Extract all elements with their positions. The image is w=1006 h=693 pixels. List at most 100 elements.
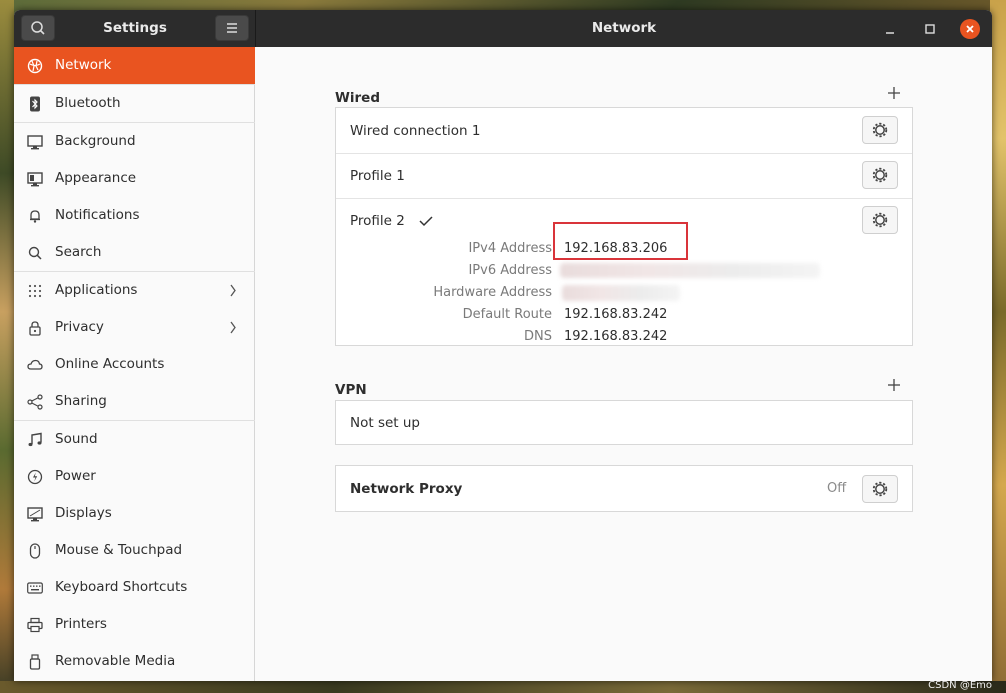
sidebar-item-label: Applications xyxy=(55,282,138,298)
mouse-icon xyxy=(27,532,43,569)
printer-icon xyxy=(27,606,43,643)
sidebar-item-label: Printers xyxy=(55,616,107,632)
sidebar-item-keyboard-shortcuts[interactable]: Keyboard Shortcuts xyxy=(14,569,255,606)
maximize-button[interactable] xyxy=(920,19,940,39)
sidebar-item-label: Bluetooth xyxy=(55,95,121,111)
sidebar-item-label: Appearance xyxy=(55,170,137,186)
sidebar-item-label: Displays xyxy=(55,505,112,521)
cloud-icon xyxy=(27,346,43,383)
minimize-button[interactable] xyxy=(880,19,900,39)
active-profile-row[interactable]: Profile 2 IPv4 Address 192.168.83.206 IP… xyxy=(336,199,912,345)
background-icon xyxy=(27,123,43,160)
sidebar-item-label: Privacy xyxy=(55,319,104,335)
network-panel: Wired Wired connection 1 Profile 1 Profi… xyxy=(255,47,992,681)
sidebar-item-label: Removable Media xyxy=(55,653,176,669)
sidebar-item-appearance[interactable]: Appearance xyxy=(14,160,255,197)
hardware-address-redaction xyxy=(562,285,680,301)
sidebar-item-label: Power xyxy=(55,468,96,484)
sidebar-item-network[interactable]: Network xyxy=(14,47,255,84)
network-proxy-status: Off xyxy=(827,481,847,496)
ipv4-label: IPv4 Address xyxy=(468,241,552,256)
bell-icon xyxy=(27,197,43,234)
settings-window: Settings Network Network Bluetooth Backg… xyxy=(14,10,992,681)
ipv4-highlight-box xyxy=(553,222,688,260)
sidebar-item-printers[interactable]: Printers xyxy=(14,606,255,643)
gear-icon xyxy=(872,122,888,138)
default-route-label: Default Route xyxy=(462,307,552,322)
ipv6-label: IPv6 Address xyxy=(468,263,552,278)
network-proxy-label: Network Proxy xyxy=(350,481,463,497)
sidebar-item-removable-media[interactable]: Removable Media xyxy=(14,643,255,680)
vpn-section-title: VPN xyxy=(335,382,367,398)
share-icon xyxy=(27,383,43,420)
usb-icon xyxy=(27,643,43,680)
vpn-list: Not set up xyxy=(335,400,913,445)
sidebar-item-mouse-touchpad[interactable]: Mouse & Touchpad xyxy=(14,532,255,569)
minimize-icon xyxy=(886,32,894,34)
connection-name: Profile 2 xyxy=(350,213,405,229)
ipv6-redaction xyxy=(560,263,820,278)
sidebar-title: Settings xyxy=(103,20,167,36)
titlebar: Settings Network xyxy=(14,10,992,47)
plus-icon xyxy=(888,379,900,391)
connection-name: Profile 1 xyxy=(350,168,405,184)
sidebar-item-bluetooth[interactable]: Bluetooth xyxy=(14,85,255,122)
sidebar-item-label: Network xyxy=(55,57,112,73)
hardware-address-label: Hardware Address xyxy=(433,285,552,300)
network-icon xyxy=(27,47,43,84)
keyboard-icon xyxy=(27,569,43,606)
sidebar-item-label: Sound xyxy=(55,431,98,447)
maximize-icon xyxy=(925,24,935,34)
wired-section-title: Wired xyxy=(335,90,380,106)
sidebar-item-label: Sharing xyxy=(55,393,107,409)
sidebar-item-background[interactable]: Background xyxy=(14,123,255,160)
search-icon xyxy=(27,234,43,271)
sidebar-item-displays[interactable]: Displays xyxy=(14,495,255,532)
sidebar-item-privacy[interactable]: Privacy xyxy=(14,309,255,346)
sidebar-item-label: Background xyxy=(55,133,136,149)
gear-icon xyxy=(872,167,888,183)
sidebar-item-sharing[interactable]: Sharing xyxy=(14,383,255,420)
menu-button[interactable] xyxy=(215,15,249,41)
default-route-value: 192.168.83.242 xyxy=(564,307,668,322)
search-button[interactable] xyxy=(21,15,55,41)
desktop-wallpaper-right xyxy=(990,0,1006,693)
vpn-empty-label: Not set up xyxy=(350,415,420,431)
grid-icon xyxy=(27,272,43,309)
add-wired-button[interactable] xyxy=(887,84,901,105)
sidebar: Network Bluetooth Background Appearance xyxy=(14,47,255,681)
sidebar-item-label: Notifications xyxy=(55,207,140,223)
lock-icon xyxy=(27,309,43,346)
connection-settings-button[interactable] xyxy=(862,161,898,189)
gear-icon xyxy=(872,212,888,228)
sidebar-item-notifications[interactable]: Notifications xyxy=(14,197,255,234)
checkmark-icon xyxy=(418,213,434,232)
sidebar-item-label: Keyboard Shortcuts xyxy=(55,579,188,595)
close-button[interactable] xyxy=(960,19,980,39)
watermark: CSDN @Emo xyxy=(928,680,992,691)
sidebar-item-sound[interactable]: Sound xyxy=(14,421,255,458)
connection-settings-button[interactable] xyxy=(862,116,898,144)
music-note-icon xyxy=(27,421,43,458)
sidebar-item-search[interactable]: Search xyxy=(14,234,255,271)
sidebar-item-power[interactable]: Power xyxy=(14,458,255,495)
search-icon xyxy=(31,21,45,35)
gear-icon xyxy=(872,481,888,497)
sidebar-item-label: Search xyxy=(55,244,102,260)
network-proxy-settings-button[interactable] xyxy=(862,475,898,503)
close-icon xyxy=(966,25,974,33)
connection-name: Wired connection 1 xyxy=(350,123,481,139)
dns-value: 192.168.83.242 xyxy=(564,329,668,344)
sidebar-item-label: Mouse & Touchpad xyxy=(55,542,183,558)
connection-settings-button[interactable] xyxy=(862,206,898,234)
add-vpn-button[interactable] xyxy=(887,376,901,397)
sidebar-item-applications[interactable]: Applications xyxy=(14,272,255,309)
appearance-icon xyxy=(27,160,43,197)
network-proxy-row[interactable]: Network Proxy Off xyxy=(335,465,913,512)
desktop-wallpaper-bottom xyxy=(0,681,1006,693)
wired-connection-row[interactable]: Wired connection 1 xyxy=(336,108,912,153)
profile-row[interactable]: Profile 1 xyxy=(336,154,912,198)
sidebar-item-online-accounts[interactable]: Online Accounts xyxy=(14,346,255,383)
bluetooth-icon xyxy=(27,85,43,122)
desktop-wallpaper-left xyxy=(0,0,14,693)
